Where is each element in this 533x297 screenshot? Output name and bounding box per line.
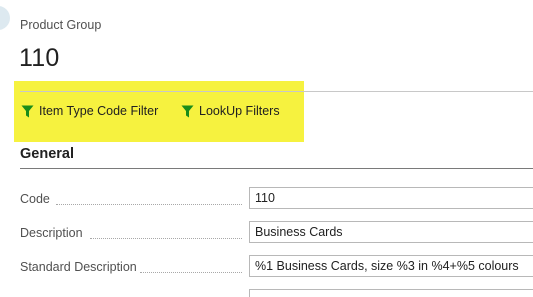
- field-row-code: Code 110: [20, 187, 533, 211]
- description-label: Description: [20, 226, 83, 240]
- code-label: Code: [20, 192, 50, 206]
- description-field[interactable]: Business Cards: [249, 221, 533, 243]
- general-fasttab-title[interactable]: General: [20, 146, 74, 162]
- next-field-input[interactable]: [249, 289, 533, 297]
- action-bar-divider: [20, 91, 533, 92]
- record-title: 110: [19, 44, 60, 72]
- field-row-description: Description Business Cards: [20, 221, 533, 245]
- filter-icon: [181, 105, 194, 117]
- code-field[interactable]: 110: [249, 187, 533, 209]
- page-caption: Product Group: [20, 18, 102, 32]
- item-type-code-filter-label: Item Type Code Filter: [39, 104, 159, 118]
- field-row-standard-description: Standard Description %1 Business Cards, …: [20, 255, 533, 279]
- label-leader-dots: [140, 271, 242, 273]
- avatar: [0, 6, 10, 30]
- label-leader-dots: [56, 203, 242, 205]
- standard-description-label: Standard Description: [20, 260, 137, 274]
- product-group-card: Product Group 110 Item Type Code Filter …: [0, 0, 533, 297]
- label-leader-dots: [90, 237, 242, 239]
- item-type-code-filter-action[interactable]: Item Type Code Filter: [21, 102, 158, 120]
- lookup-filters-action[interactable]: LookUp Filters: [181, 102, 280, 120]
- lookup-filters-label: LookUp Filters: [199, 104, 280, 118]
- filter-icon: [21, 105, 34, 117]
- fasttab-divider: [20, 168, 533, 169]
- standard-description-field[interactable]: %1 Business Cards, size %3 in %4+%5 colo…: [249, 255, 533, 277]
